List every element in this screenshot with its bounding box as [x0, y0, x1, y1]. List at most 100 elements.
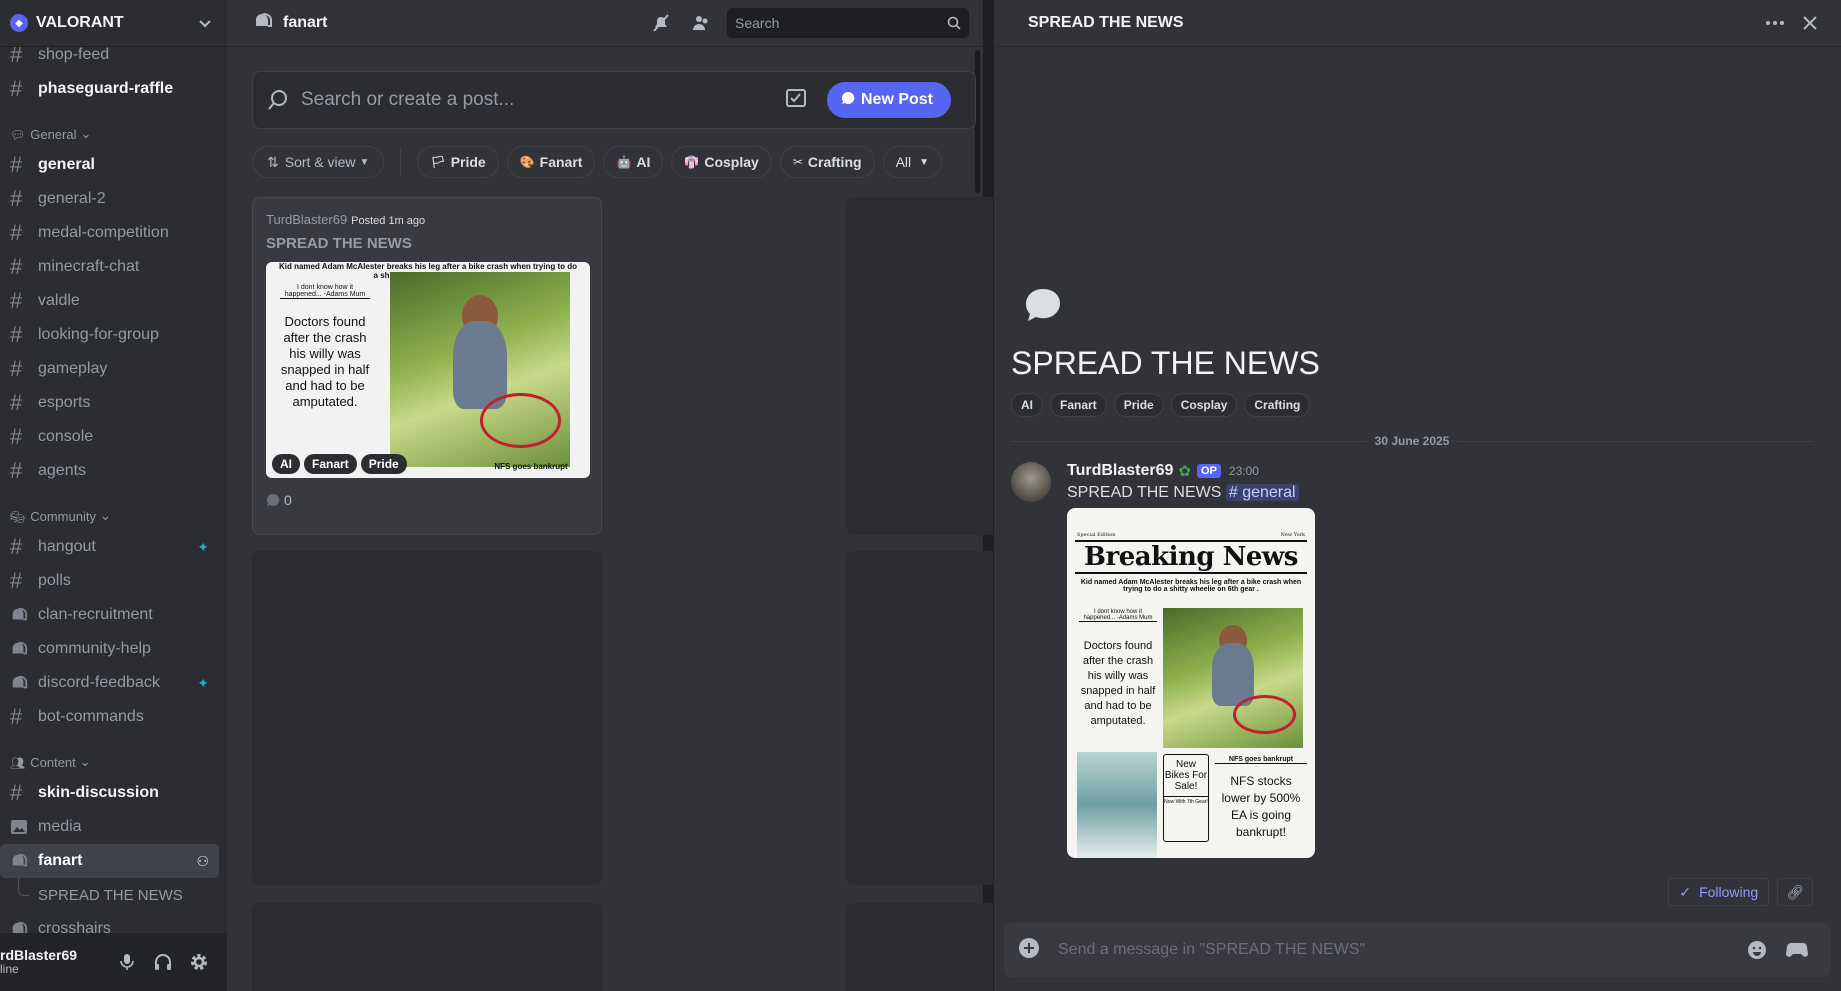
avatar[interactable] [1011, 462, 1051, 502]
all-tags-button[interactable]: All ▼ [882, 146, 943, 178]
channel-label: fanart [38, 852, 83, 869]
microphone-icon[interactable] [109, 953, 145, 971]
channel-bot-commands[interactable]: # bot-commands [0, 700, 219, 734]
channel-esports[interactable]: # esports [0, 386, 219, 420]
thread-tag[interactable]: Cosplay [1170, 393, 1238, 417]
channel-polls[interactable]: # polls [0, 564, 219, 598]
channel-label: clan-recruitment [38, 606, 153, 623]
channel-minecraft-chat[interactable]: # minecraft-chat [0, 250, 219, 284]
thread-item[interactable]: SPREAD THE NEWS [0, 878, 227, 912]
post-author: TurdBlaster69 [266, 212, 348, 227]
channel-label: medal-competition [38, 224, 169, 241]
thread-title: SPREAD THE NEWS [1011, 345, 1320, 381]
member-list-icon[interactable] [681, 13, 721, 33]
channel-fanart[interactable]: fanart ⚇ [0, 844, 219, 878]
channel-hangout[interactable]: # hangout ✦ [0, 530, 219, 564]
tag-filter-ai[interactable]: 🤖 AI [603, 146, 664, 178]
channel-label: shop-feed [38, 46, 110, 63]
link-icon: 🔗︎ [1786, 883, 1804, 900]
copy-link-button[interactable]: 🔗︎ [1777, 878, 1813, 906]
channel-console[interactable]: # console [0, 420, 219, 454]
channel-media[interactable]: media [0, 810, 219, 844]
channel-phaseguard-raffle[interactable]: # phaseguard-raffle [0, 72, 219, 106]
tag-filter-pride[interactable]: 🏳 Pride [417, 146, 499, 178]
thread-tag[interactable]: Pride [1113, 393, 1164, 417]
post-tag: Fanart [304, 454, 357, 474]
thumb-side-head: NFS goes bankrupt [494, 462, 568, 471]
post-card[interactable]: TurdBlaster69 Posted 1m ago SPREAD THE NE… [252, 197, 602, 535]
hash-icon: # [10, 390, 23, 415]
forum-channel-icon [10, 674, 38, 692]
post-template-icon[interactable] [785, 87, 807, 114]
gamepad-icon[interactable] [1777, 942, 1817, 958]
close-icon[interactable] [1795, 16, 1825, 30]
category-content[interactable]: 👥︎ Content ⌄ [0, 742, 227, 776]
thread-tag[interactable]: Fanart [1050, 393, 1107, 417]
thread-tag[interactable]: AI [1011, 393, 1043, 417]
sparkle-badge-icon: ✦ [197, 674, 209, 691]
hash-icon: # [10, 322, 23, 347]
channel-mention-link[interactable]: # general [1225, 484, 1299, 501]
tag-cosplay-icon: 👘 [684, 155, 700, 169]
channel-label: polls [38, 572, 71, 589]
hash-icon: # [10, 356, 23, 381]
message-composer[interactable]: Send a message in "SPREAD THE NEWS" [1004, 923, 1831, 977]
channel-skin-discussion[interactable]: # skin-discussion [0, 776, 219, 810]
chevron-down-icon[interactable] [199, 15, 211, 31]
tag-filter-fanart[interactable]: 🎨 Fanart [506, 146, 596, 178]
post-tag: Pride [360, 454, 407, 474]
new-post-button[interactable]: New Post [826, 82, 951, 118]
sort-view-button[interactable]: ⇅ Sort & view ▼ [252, 146, 385, 178]
np-ad-title: New Bikes For Sale! [1164, 759, 1208, 792]
following-label: Following [1699, 884, 1759, 900]
forum-filters: ⇅ Sort & view ▼ 🏳 Pride 🎨 Fanart 🤖 AI 👘 Cosplay… [252, 146, 950, 178]
channel-label: console [38, 428, 94, 445]
composer-placeholder: Send a message in "SPREAD THE NEWS" [1058, 941, 1366, 958]
category-general[interactable]: 💬︎ General ⌄ [0, 114, 227, 148]
category-community[interactable]: 🎭︎ Community ⌄ [0, 496, 227, 530]
thread-tag[interactable]: Crafting [1244, 393, 1311, 417]
header-search-input[interactable]: Search [727, 8, 969, 38]
channel-discord-feedback[interactable]: discord-feedback ✦ [0, 666, 219, 700]
add-attachment-icon[interactable] [1018, 937, 1040, 964]
channel-agents[interactable]: # agents [0, 454, 219, 488]
channel-community-help[interactable]: community-help [0, 632, 219, 666]
post-search-input[interactable]: Search or create a post... New Post [252, 71, 976, 129]
post-meta: TurdBlaster69 Posted 1m ago [266, 212, 588, 227]
tag-ai-icon: 🤖 [616, 155, 632, 169]
invite-user-icon[interactable]: ⚇ [196, 853, 209, 870]
channel-label: media [38, 818, 82, 835]
category-label: Community [30, 509, 96, 524]
tag-filter-crafting[interactable]: ✂ Crafting [779, 146, 875, 178]
thread-tags: AI Fanart Pride Cosplay Crafting [1011, 393, 1317, 417]
channel-general[interactable]: # general [0, 148, 219, 182]
chevron-down-icon: ⌄ [99, 508, 111, 523]
channel-looking-for-group[interactable]: # looking-for-group [0, 318, 219, 352]
channel-general-2[interactable]: # general-2 [0, 182, 219, 216]
emoji-icon[interactable] [1737, 940, 1777, 960]
more-options-icon[interactable] [1755, 21, 1795, 25]
image-attachment[interactable]: Special Edition New York Breaking News Ki… [1067, 508, 1315, 858]
np-story: Doctors found after the crash his willy … [1080, 640, 1156, 727]
hash-icon: # [10, 458, 23, 483]
channel-gameplay[interactable]: # gameplay [0, 352, 219, 386]
settings-gear-icon[interactable] [181, 952, 217, 972]
mute-bell-icon[interactable] [641, 13, 681, 33]
channel-valdle[interactable]: # valdle [0, 284, 219, 318]
message-author[interactable]: TurdBlaster69 [1067, 462, 1173, 480]
post-card-placeholder [252, 551, 602, 885]
hash-icon: # [10, 220, 23, 245]
channel-medal-competition[interactable]: # medal-competition [0, 216, 219, 250]
tag-filter-label: Fanart [539, 154, 583, 170]
following-button[interactable]: ✓ Following [1668, 878, 1770, 906]
tag-filter-cosplay[interactable]: 👘 Cosplay [671, 146, 772, 178]
check-icon: ✓ [1679, 883, 1692, 900]
server-header[interactable]: ◆ VALORANT [0, 0, 227, 47]
forum-title: fanart [283, 14, 328, 31]
thread-header-title: SPREAD THE NEWS [1028, 14, 1184, 31]
forum-channel-icon [253, 11, 273, 36]
channel-clan-recruitment[interactable]: clan-recruitment [0, 598, 219, 632]
user-info[interactable]: rdBlaster69 line [0, 948, 109, 976]
headphones-icon[interactable] [145, 953, 181, 971]
thread-actions: ✓ Following 🔗︎ [1660, 878, 1813, 906]
